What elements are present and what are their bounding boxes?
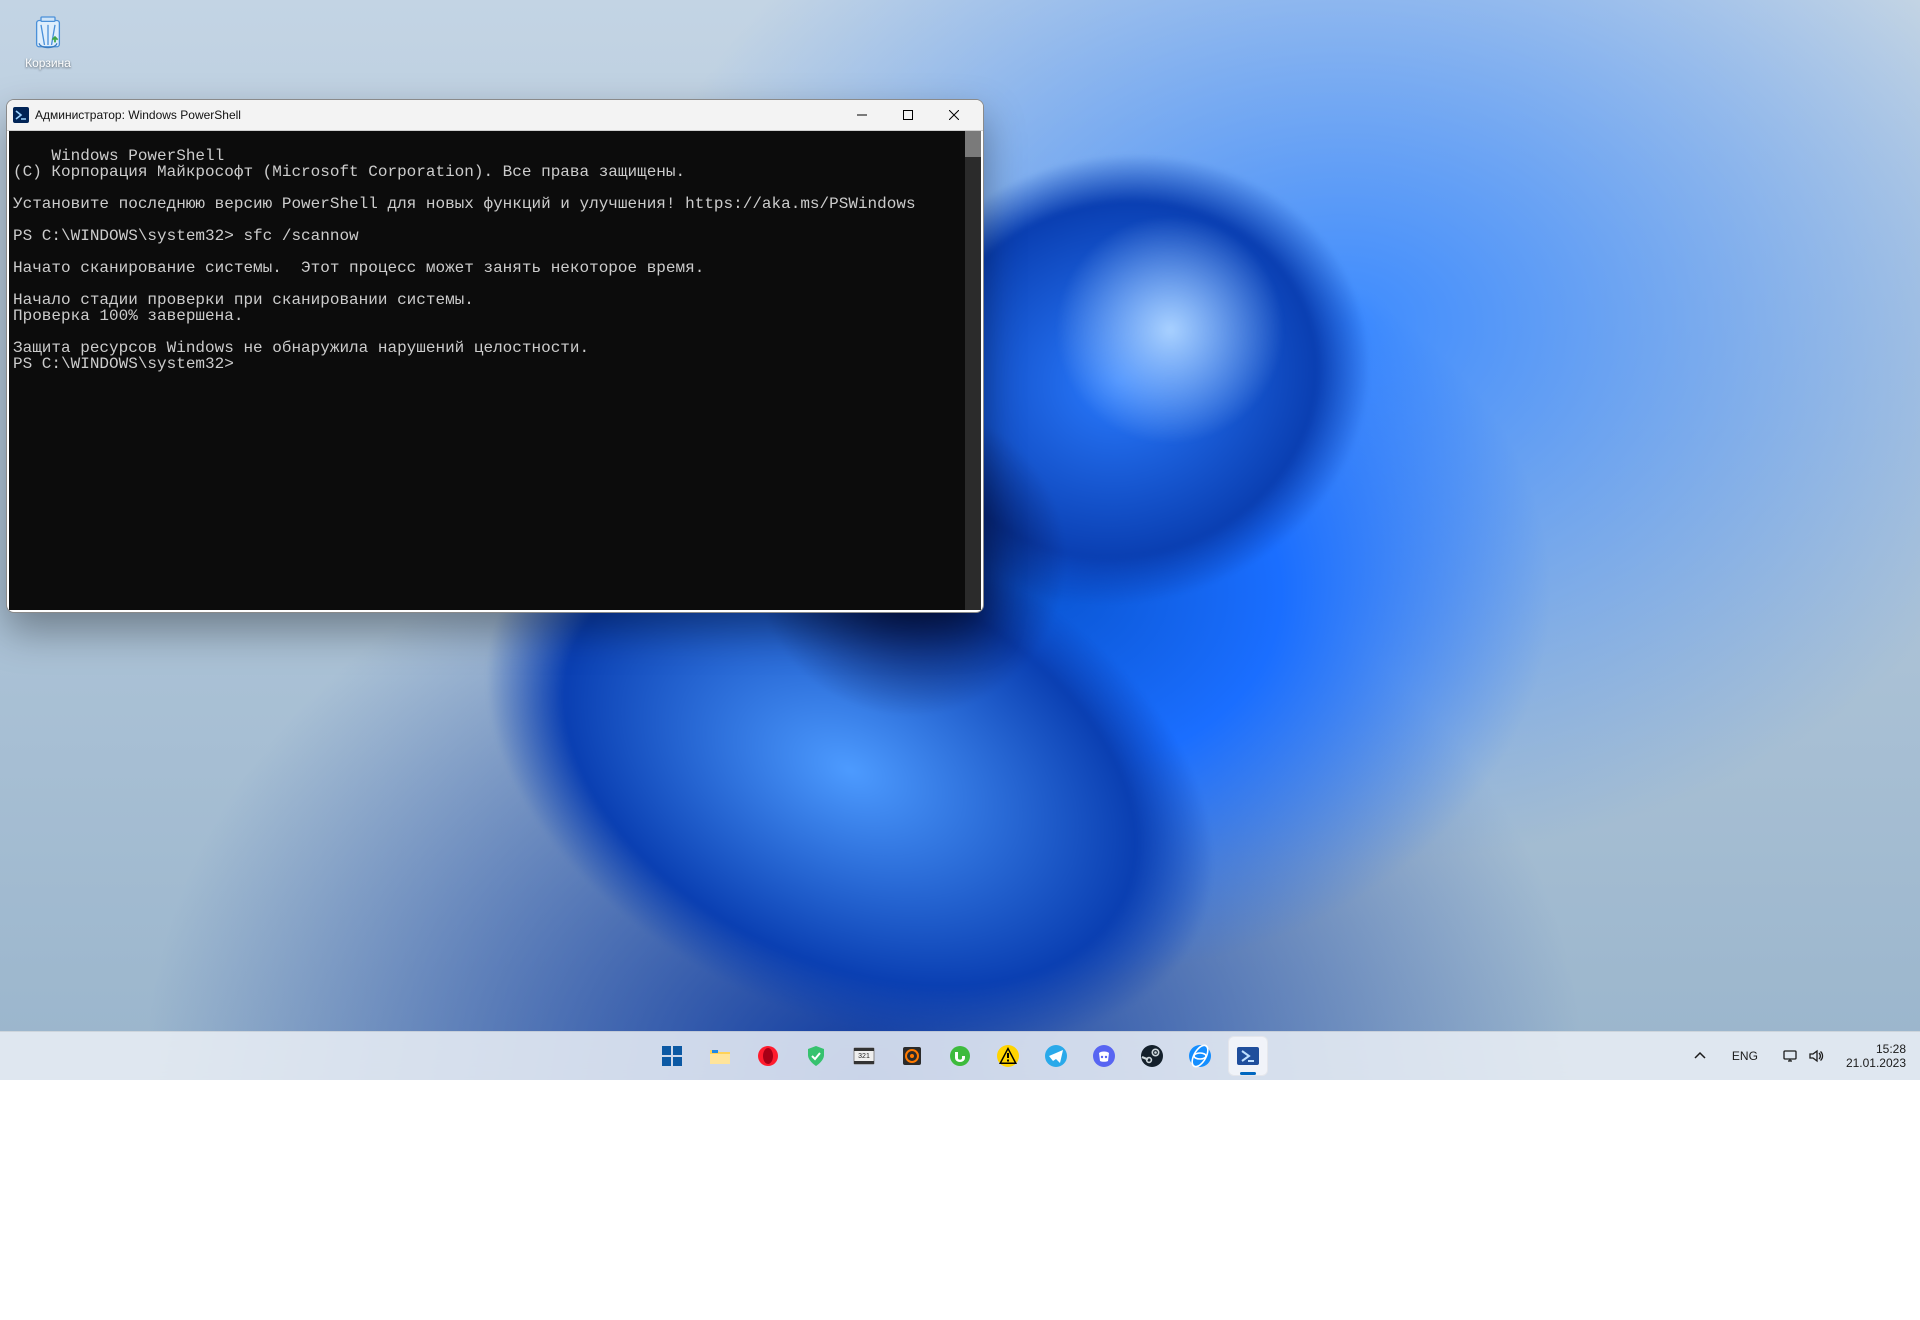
volume-icon <box>1808 1048 1824 1064</box>
tray-overflow-button[interactable] <box>1684 1044 1716 1068</box>
console-area[interactable]: Windows PowerShell (C) Корпорация Майкро… <box>9 131 981 610</box>
system-tray: ENG 15:28 21.01.2023 <box>1684 1032 1912 1080</box>
start-button[interactable] <box>652 1036 692 1076</box>
powershell-window[interactable]: Администратор: Windows PowerShell Window… <box>6 99 984 613</box>
console-scrollbar-thumb[interactable] <box>965 131 981 157</box>
window-titlebar[interactable]: Администратор: Windows PowerShell <box>7 100 983 131</box>
steam-icon[interactable] <box>1132 1036 1172 1076</box>
utorrent-icon[interactable] <box>940 1036 980 1076</box>
warning-app-icon[interactable] <box>988 1036 1028 1076</box>
recycle-bin-label: Корзина <box>10 56 86 70</box>
window-title: Администратор: Windows PowerShell <box>35 108 241 122</box>
language-indicator[interactable]: ENG <box>1724 1045 1766 1067</box>
opera-icon[interactable] <box>748 1036 788 1076</box>
console-output: Windows PowerShell (C) Корпорация Майкро… <box>13 147 916 373</box>
clock[interactable]: 15:28 21.01.2023 <box>1840 1038 1912 1074</box>
powershell-icon <box>13 107 29 123</box>
recycle-bin[interactable]: Корзина <box>10 10 86 70</box>
aimp-icon[interactable] <box>892 1036 932 1076</box>
maximize-button[interactable] <box>885 100 931 130</box>
taskbar: 321 ENG 15:28 21.01.2023 <box>0 1031 1920 1080</box>
network-icon <box>1782 1048 1798 1064</box>
media-player-classic-icon[interactable]: 321 <box>844 1036 884 1076</box>
close-button[interactable] <box>931 100 977 130</box>
chevron-up-icon <box>1692 1048 1708 1064</box>
discord-icon[interactable] <box>1084 1036 1124 1076</box>
network-sound-group[interactable] <box>1774 1044 1832 1068</box>
taskbar-pinned-apps: 321 <box>652 1032 1268 1080</box>
powershell-taskbar-icon[interactable] <box>1228 1036 1268 1076</box>
language-label: ENG <box>1732 1049 1758 1063</box>
console-scrollbar-track[interactable] <box>965 131 981 610</box>
clock-time: 15:28 <box>1846 1042 1906 1056</box>
security-icon[interactable] <box>796 1036 836 1076</box>
battlenet-icon[interactable] <box>1180 1036 1220 1076</box>
svg-text:321: 321 <box>858 1053 870 1060</box>
clock-date: 21.01.2023 <box>1846 1056 1906 1070</box>
file-explorer-icon[interactable] <box>700 1036 740 1076</box>
minimize-button[interactable] <box>839 100 885 130</box>
telegram-icon[interactable] <box>1036 1036 1076 1076</box>
recycle-bin-icon <box>27 10 69 52</box>
